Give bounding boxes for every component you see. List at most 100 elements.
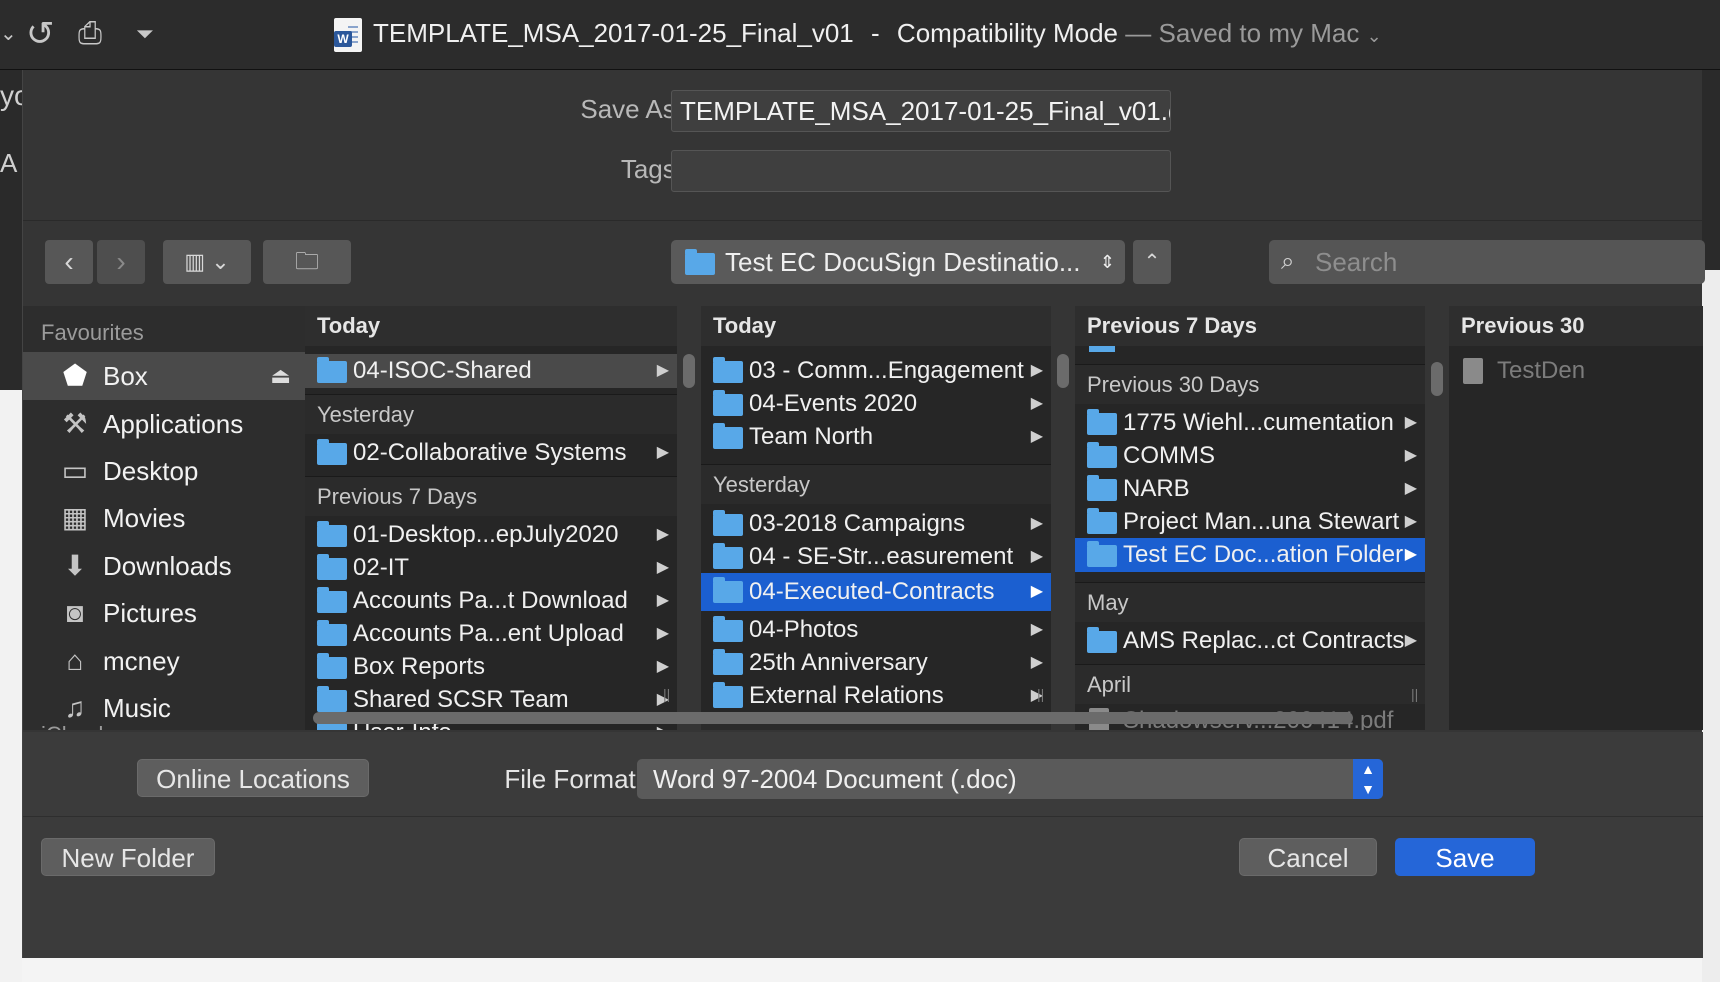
folder-icon bbox=[713, 616, 743, 642]
column-group-header: Yesterday bbox=[305, 394, 677, 434]
list-item[interactable]: Box Reports ▶ bbox=[305, 650, 677, 684]
folder-icon bbox=[1087, 409, 1117, 435]
column-scrollbar[interactable] bbox=[1057, 354, 1069, 388]
new-folder-button[interactable]: New Folder bbox=[41, 838, 215, 876]
list-item[interactable]: 02-IT ▶ bbox=[305, 551, 677, 585]
updown-icon: ⇕ bbox=[1099, 252, 1115, 272]
chevron-right-icon: ▶ bbox=[656, 658, 669, 675]
list-item-selected[interactable]: 04-Executed-Contracts ▶ bbox=[701, 573, 1051, 611]
list-item[interactable]: COMMS ▶ bbox=[1075, 439, 1425, 473]
tags-field[interactable] bbox=[671, 150, 1171, 192]
item-label: 04 - SE-Str...easurement bbox=[749, 543, 1014, 570]
new-folder-toolbar-button[interactable]: 🗀 bbox=[263, 240, 351, 284]
item-label: 04-ISOC-Shared bbox=[353, 357, 532, 384]
back-button[interactable]: ‹ bbox=[45, 240, 93, 284]
folder-icon bbox=[713, 543, 743, 569]
print-icon[interactable]: ⎙ bbox=[78, 14, 102, 54]
sidebar-item-desktop[interactable]: ▭ Desktop bbox=[23, 447, 305, 495]
list-item[interactable]: External Relations ▶ bbox=[701, 679, 1051, 713]
sidebar-item-applications[interactable]: ⚒ Applications bbox=[23, 400, 305, 448]
view-options-button[interactable]: ▥ ⌄ bbox=[163, 240, 251, 284]
list-item[interactable]: 03 - Comm...Engagement ▶ bbox=[701, 354, 1051, 388]
list-item[interactable]: 04-Events 2020 ▶ bbox=[701, 387, 1051, 421]
list-item[interactable]: 02-Collaborative Systems ▶ bbox=[305, 436, 677, 470]
file-icon bbox=[1463, 358, 1483, 384]
sidebar-item-pictures[interactable]: ◙ Pictures bbox=[23, 589, 305, 637]
list-item[interactable]: Team North ▶ bbox=[701, 420, 1051, 454]
chevron-down-icon[interactable]: ⌄ bbox=[1367, 26, 1382, 46]
list-item[interactable]: 01-Desktop...epJuly2020 ▶ bbox=[305, 518, 677, 552]
file-format-select[interactable]: Word 97-2004 Document (.doc) ▲ ▼ bbox=[637, 759, 1383, 799]
redo-icon[interactable]: ↺ bbox=[26, 14, 55, 54]
downloads-icon: ⬇ bbox=[63, 550, 87, 581]
search-input[interactable]: ⌕ Search bbox=[1269, 240, 1705, 284]
folder-icon bbox=[317, 719, 347, 730]
customize-toolbar-icon[interactable]: ⏷ bbox=[136, 14, 154, 54]
list-item[interactable]: Accounts Pa...ent Upload ▶ bbox=[305, 617, 677, 651]
column-group-header: Today bbox=[701, 306, 1051, 346]
sidebar-item-box[interactable]: ⬟ Box ⏏ bbox=[23, 352, 305, 400]
sidebar-item-label: Music bbox=[103, 693, 171, 723]
list-item[interactable]: Project Man...una Stewart ▶ bbox=[1075, 505, 1425, 539]
collapse-button[interactable]: ⌃ bbox=[1133, 240, 1171, 284]
background-document bbox=[0, 70, 22, 982]
list-item-selected[interactable]: Test EC Doc...ation Folder ▶ bbox=[1075, 538, 1425, 572]
item-label: Box Reports bbox=[353, 653, 486, 680]
sidebar-item-home[interactable]: ⌂ mcney bbox=[23, 637, 305, 685]
item-label: COMMS bbox=[1123, 442, 1215, 469]
item-label: 04-Executed-Contracts bbox=[749, 578, 995, 605]
chevron-right-icon: ▶ bbox=[1404, 546, 1417, 563]
save-as-field[interactable]: TEMPLATE_MSA_2017-01-25_Final_v01.d bbox=[671, 90, 1171, 132]
search-placeholder: Search bbox=[1315, 247, 1398, 277]
chevron-left-icon: ‹ bbox=[64, 246, 74, 277]
list-item[interactable]: 04-ISOC-Shared ▶ bbox=[305, 354, 677, 388]
item-label: External Relations bbox=[749, 682, 944, 709]
column-resize-handle[interactable]: || bbox=[663, 686, 671, 702]
list-item[interactable]: 04-Photos ▶ bbox=[701, 613, 1051, 647]
desktop-icon: ▭ bbox=[61, 455, 89, 486]
sidebar-item-label: Pictures bbox=[103, 598, 197, 628]
item-label: 02-Collaborative Systems bbox=[353, 439, 627, 466]
list-item[interactable]: AMS Replac...ct Contracts ▶ bbox=[1075, 624, 1425, 658]
location-popup[interactable]: Test EC DocuSign Destinatio... ⇕ bbox=[671, 240, 1125, 284]
list-item[interactable]: NARB ▶ bbox=[1075, 472, 1425, 506]
chevron-up-icon: ⌃ bbox=[1143, 251, 1161, 273]
box-icon: ⬟ bbox=[62, 360, 88, 391]
column-scrollbar[interactable] bbox=[683, 354, 695, 388]
sidebar-item-downloads[interactable]: ⬇ Downloads bbox=[23, 542, 305, 590]
list-item[interactable]: 03-2018 Campaigns ▶ bbox=[701, 507, 1051, 541]
folder-icon bbox=[317, 357, 347, 383]
list-item[interactable]: 04 - SE-Str...easurement ▶ bbox=[701, 540, 1051, 574]
online-locations-button[interactable]: Online Locations bbox=[137, 759, 369, 797]
window-title: TEMPLATE_MSA_2017-01-25_Final_v01 - Comp… bbox=[373, 18, 1382, 49]
save-button[interactable]: Save bbox=[1395, 838, 1535, 876]
file-format-value: Word 97-2004 Document (.doc) bbox=[653, 764, 1017, 794]
divider bbox=[23, 816, 1703, 817]
save-as-label: Save As: bbox=[580, 94, 683, 124]
column-scrollbar[interactable] bbox=[1431, 362, 1443, 396]
column-group-header: Previous 30 bbox=[1449, 306, 1703, 346]
column-group-header: Yesterday bbox=[701, 464, 1051, 504]
sidebar-item-movies[interactable]: ▦ Movies bbox=[23, 494, 305, 542]
chevron-down-icon[interactable]: ⌄ bbox=[0, 14, 17, 54]
list-item[interactable]: Accounts Pa...t Download ▶ bbox=[305, 584, 677, 618]
forward-button[interactable]: › bbox=[97, 240, 145, 284]
list-item[interactable]: TestDen bbox=[1449, 354, 1703, 388]
item-label: 04-Events 2020 bbox=[749, 390, 918, 417]
background-document bbox=[22, 958, 1702, 982]
folder-icon bbox=[713, 390, 743, 416]
save-dialog: Save As: TEMPLATE_MSA_2017-01-25_Final_v… bbox=[22, 70, 1705, 958]
list-item[interactable]: 1775 Wiehl...cumentation ▶ bbox=[1075, 406, 1425, 440]
column-resize-handle[interactable]: || bbox=[1411, 686, 1419, 702]
horizontal-scrollbar[interactable] bbox=[313, 712, 1353, 724]
document-name: TEMPLATE_MSA_2017-01-25_Final_v01 bbox=[373, 18, 854, 48]
folder-icon bbox=[713, 423, 743, 449]
column-resize-handle[interactable]: || bbox=[1037, 686, 1045, 702]
cancel-button[interactable]: Cancel bbox=[1239, 838, 1377, 876]
chevron-right-icon: ▶ bbox=[1404, 414, 1417, 431]
sidebar-item-label: Box bbox=[103, 361, 148, 391]
eject-icon[interactable]: ⏏ bbox=[270, 352, 291, 400]
save-state-label[interactable]: Saved to my Mac bbox=[1158, 18, 1359, 48]
list-item[interactable]: 25th Anniversary ▶ bbox=[701, 646, 1051, 680]
title-separator: - bbox=[871, 18, 880, 48]
